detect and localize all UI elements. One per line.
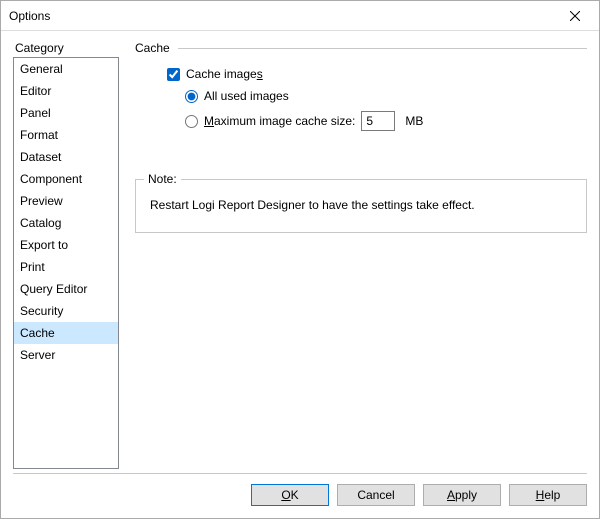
sidebar-item-dataset[interactable]: Dataset bbox=[14, 146, 118, 168]
note-legend: Note: bbox=[144, 172, 181, 186]
category-panel: Category GeneralEditorPanelFormatDataset… bbox=[13, 41, 119, 469]
max-cache-size-input[interactable] bbox=[361, 111, 395, 131]
options-dialog: Options Category GeneralEditorPanelForma… bbox=[0, 0, 600, 519]
cache-images-label[interactable]: Cache images bbox=[186, 67, 263, 81]
category-list[interactable]: GeneralEditorPanelFormatDatasetComponent… bbox=[13, 57, 119, 469]
max-cache-size-unit: MB bbox=[405, 114, 423, 128]
sidebar-item-query-editor[interactable]: Query Editor bbox=[14, 278, 118, 300]
divider bbox=[178, 48, 587, 49]
cancel-button[interactable]: Cancel bbox=[337, 484, 415, 506]
sidebar-item-cache[interactable]: Cache bbox=[14, 322, 118, 344]
sidebar-item-export-to[interactable]: Export to bbox=[14, 234, 118, 256]
sidebar-item-general[interactable]: General bbox=[14, 58, 118, 80]
apply-button[interactable]: Apply bbox=[423, 484, 501, 506]
help-button[interactable]: Help bbox=[509, 484, 587, 506]
sidebar-item-format[interactable]: Format bbox=[14, 124, 118, 146]
sidebar-item-server[interactable]: Server bbox=[14, 344, 118, 366]
close-button[interactable] bbox=[553, 2, 597, 30]
sidebar-item-editor[interactable]: Editor bbox=[14, 80, 118, 102]
section-title: Cache bbox=[135, 41, 170, 55]
sidebar-item-panel[interactable]: Panel bbox=[14, 102, 118, 124]
close-icon bbox=[570, 11, 580, 21]
sidebar-item-component[interactable]: Component bbox=[14, 168, 118, 190]
sidebar-item-preview[interactable]: Preview bbox=[14, 190, 118, 212]
cache-images-checkbox[interactable] bbox=[167, 68, 180, 81]
titlebar: Options bbox=[1, 1, 599, 31]
category-label: Category bbox=[13, 41, 119, 55]
section-header: Cache bbox=[135, 41, 587, 55]
all-used-images-label[interactable]: All used images bbox=[204, 89, 289, 103]
dialog-footer: OK Cancel Apply Help bbox=[1, 474, 599, 518]
sidebar-item-print[interactable]: Print bbox=[14, 256, 118, 278]
ok-button[interactable]: OK bbox=[251, 484, 329, 506]
max-cache-size-radio[interactable] bbox=[185, 115, 198, 128]
sidebar-item-catalog[interactable]: Catalog bbox=[14, 212, 118, 234]
max-cache-size-row: Maximum image cache size: MB bbox=[185, 111, 587, 131]
dialog-body: Category GeneralEditorPanelFormatDataset… bbox=[1, 31, 599, 473]
sidebar-item-security[interactable]: Security bbox=[14, 300, 118, 322]
all-used-images-radio[interactable] bbox=[185, 90, 198, 103]
cache-settings-panel: Cache Cache images All used images Maxim… bbox=[135, 41, 587, 469]
note-fieldset: Note: Restart Logi Report Designer to ha… bbox=[135, 179, 587, 233]
note-text: Restart Logi Report Designer to have the… bbox=[150, 198, 572, 214]
max-cache-size-label[interactable]: Maximum image cache size: bbox=[204, 114, 355, 128]
window-title: Options bbox=[9, 9, 50, 23]
all-used-images-row: All used images bbox=[185, 89, 587, 103]
cache-images-row: Cache images bbox=[167, 67, 587, 81]
